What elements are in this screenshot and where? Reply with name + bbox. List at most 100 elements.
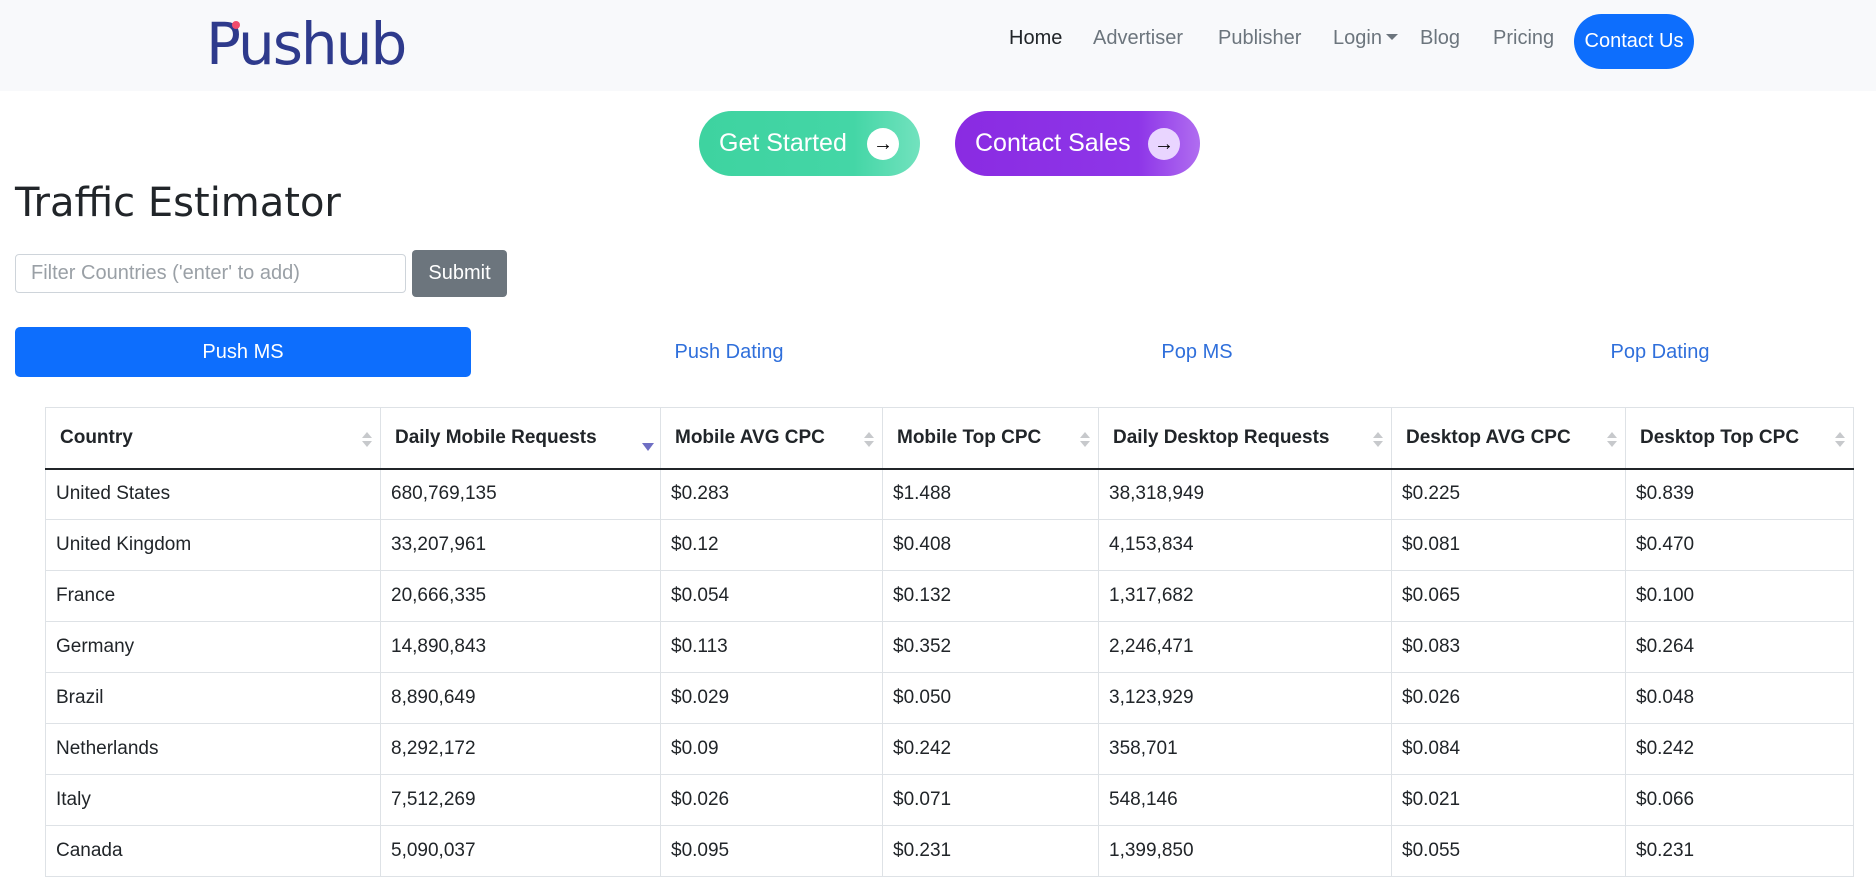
- nav-login-label: Login: [1333, 27, 1382, 49]
- cell-mobile-top-cpc: $0.132: [882, 570, 1099, 622]
- cell-mobile-avg-cpc: $0.283: [660, 468, 883, 520]
- header-label: Mobile Top CPC: [897, 426, 1042, 448]
- header-desktop-top-cpc[interactable]: Desktop Top CPC: [1625, 407, 1854, 470]
- table-header-row: Country Daily Mobile Requests Mobile AVG…: [45, 407, 1854, 470]
- cell-mobile-top-cpc: $0.408: [882, 519, 1099, 571]
- nav-blog[interactable]: Blog: [1420, 18, 1460, 58]
- cell-daily-desktop-requests: 1,317,682: [1098, 570, 1392, 622]
- header-desktop-avg-cpc[interactable]: Desktop AVG CPC: [1391, 407, 1626, 470]
- sort-icon: [1835, 432, 1845, 448]
- cell-mobile-top-cpc: $0.071: [882, 774, 1099, 826]
- header-label: Desktop Top CPC: [1640, 426, 1800, 448]
- sort-icon: [362, 432, 372, 448]
- cell-mobile-top-cpc: $1.488: [882, 468, 1099, 520]
- cell-daily-desktop-requests: 1,399,850: [1098, 825, 1392, 877]
- filter-countries-input[interactable]: [15, 254, 406, 293]
- cell-mobile-avg-cpc: $0.12: [660, 519, 883, 571]
- cell-daily-desktop-requests: 4,153,834: [1098, 519, 1392, 571]
- caret-down-icon: [1385, 34, 1398, 40]
- table-row: United Kingdom 33,207,961 $0.12 $0.408 4…: [45, 519, 1854, 571]
- header-mobile-top-cpc[interactable]: Mobile Top CPC: [882, 407, 1099, 470]
- cell-daily-mobile-requests: 5,090,037: [380, 825, 661, 877]
- cell-country: Netherlands: [45, 723, 381, 775]
- cell-desktop-avg-cpc: $0.084: [1391, 723, 1626, 775]
- cell-daily-mobile-requests: 33,207,961: [380, 519, 661, 571]
- cell-daily-mobile-requests: 8,292,172: [380, 723, 661, 775]
- submit-button[interactable]: Submit: [412, 250, 507, 297]
- cell-desktop-avg-cpc: $0.026: [1391, 672, 1626, 724]
- cell-mobile-top-cpc: $0.050: [882, 672, 1099, 724]
- sort-icon: [1373, 432, 1383, 448]
- get-started-button[interactable]: Get Started →: [699, 111, 920, 176]
- cell-country: United Kingdom: [45, 519, 381, 571]
- sort-icon: [864, 432, 874, 448]
- nav-login-dropdown[interactable]: Login: [1333, 18, 1398, 58]
- arrow-right-icon: →: [1148, 128, 1180, 160]
- table-row: Italy 7,512,269 $0.026 $0.071 548,146 $0…: [45, 774, 1854, 826]
- cell-desktop-avg-cpc: $0.225: [1391, 468, 1626, 520]
- cell-desktop-top-cpc: $0.470: [1625, 519, 1854, 571]
- nav-advertiser[interactable]: Advertiser: [1093, 18, 1183, 58]
- table-row: Netherlands 8,292,172 $0.09 $0.242 358,7…: [45, 723, 1854, 775]
- cell-daily-mobile-requests: 7,512,269: [380, 774, 661, 826]
- sort-icon: [1607, 432, 1617, 448]
- header-label: Mobile AVG CPC: [675, 426, 825, 448]
- cell-daily-desktop-requests: 2,246,471: [1098, 621, 1392, 673]
- cell-daily-mobile-requests: 8,890,649: [380, 672, 661, 724]
- cell-mobile-avg-cpc: $0.054: [660, 570, 883, 622]
- table-row: Canada 5,090,037 $0.095 $0.231 1,399,850…: [45, 825, 1854, 877]
- cell-desktop-top-cpc: $0.264: [1625, 621, 1854, 673]
- header-label: Daily Mobile Requests: [395, 426, 597, 448]
- cell-desktop-avg-cpc: $0.021: [1391, 774, 1626, 826]
- cell-daily-mobile-requests: 680,769,135: [380, 468, 661, 520]
- cell-daily-desktop-requests: 38,318,949: [1098, 468, 1392, 520]
- tab-push-dating[interactable]: Push Dating: [499, 327, 959, 377]
- table-row: United States 680,769,135 $0.283 $1.488 …: [45, 468, 1854, 520]
- contact-us-button[interactable]: Contact Us: [1574, 14, 1694, 69]
- tab-push-ms[interactable]: Push MS: [15, 327, 471, 377]
- tab-pop-ms[interactable]: Pop MS: [967, 327, 1427, 377]
- cell-country: Italy: [45, 774, 381, 826]
- cell-desktop-top-cpc: $0.839: [1625, 468, 1854, 520]
- nav-home[interactable]: Home: [1009, 18, 1062, 58]
- cell-daily-desktop-requests: 3,123,929: [1098, 672, 1392, 724]
- cell-desktop-avg-cpc: $0.055: [1391, 825, 1626, 877]
- table-row: France 20,666,335 $0.054 $0.132 1,317,68…: [45, 570, 1854, 622]
- table-row: Germany 14,890,843 $0.113 $0.352 2,246,4…: [45, 621, 1854, 673]
- cell-daily-desktop-requests: 358,701: [1098, 723, 1392, 775]
- header-mobile-avg-cpc[interactable]: Mobile AVG CPC: [660, 407, 883, 470]
- cell-daily-mobile-requests: 14,890,843: [380, 621, 661, 673]
- traffic-table: Country Daily Mobile Requests Mobile AVG…: [45, 407, 1854, 877]
- cell-country: United States: [45, 468, 381, 520]
- cell-country: Brazil: [45, 672, 381, 724]
- contact-sales-button[interactable]: Contact Sales →: [955, 111, 1200, 176]
- cell-mobile-avg-cpc: $0.026: [660, 774, 883, 826]
- cell-mobile-avg-cpc: $0.09: [660, 723, 883, 775]
- traffic-table-wrapper: Country Daily Mobile Requests Mobile AVG…: [45, 407, 1854, 877]
- cell-desktop-top-cpc: $0.231: [1625, 825, 1854, 877]
- cell-desktop-avg-cpc: $0.065: [1391, 570, 1626, 622]
- traffic-type-tabs: Push MS Push Dating Pop MS Pop Dating: [15, 327, 1861, 377]
- navbar: Pushub Home Advertiser Publisher Login B…: [0, 0, 1876, 91]
- get-started-label: Get Started: [719, 129, 847, 157]
- sort-icon: [1080, 432, 1090, 448]
- header-daily-mobile-requests[interactable]: Daily Mobile Requests: [380, 407, 661, 470]
- nav-publisher[interactable]: Publisher: [1218, 18, 1301, 58]
- cell-desktop-top-cpc: $0.242: [1625, 723, 1854, 775]
- header-daily-desktop-requests[interactable]: Daily Desktop Requests: [1098, 407, 1392, 470]
- cell-country: Germany: [45, 621, 381, 673]
- cell-country: Canada: [45, 825, 381, 877]
- header-country[interactable]: Country: [45, 407, 381, 470]
- cell-mobile-top-cpc: $0.231: [882, 825, 1099, 877]
- header-label: Country: [60, 426, 133, 448]
- cell-daily-desktop-requests: 548,146: [1098, 774, 1392, 826]
- header-label: Daily Desktop Requests: [1113, 426, 1330, 448]
- nav-pricing[interactable]: Pricing: [1493, 18, 1554, 58]
- cell-desktop-top-cpc: $0.066: [1625, 774, 1854, 826]
- cell-desktop-top-cpc: $0.048: [1625, 672, 1854, 724]
- tab-pop-dating[interactable]: Pop Dating: [1430, 327, 1876, 377]
- cell-mobile-top-cpc: $0.242: [882, 723, 1099, 775]
- sort-desc-icon: [642, 432, 654, 451]
- cell-mobile-avg-cpc: $0.113: [660, 621, 883, 673]
- arrow-right-icon: →: [867, 128, 899, 160]
